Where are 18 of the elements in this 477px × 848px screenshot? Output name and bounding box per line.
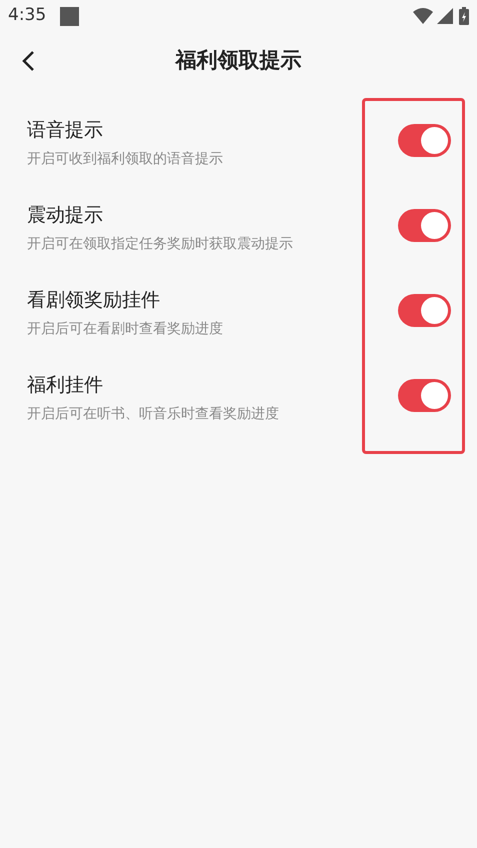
status-time: 4:35 [8,4,46,28]
setting-description: 开启后可在听书、听音乐时查看奖励进度 [27,406,280,424]
setting-description: 开启可在领取指定任务奖励时获取震动提示 [27,236,294,254]
setting-description: 开启可收到福利领取的语音提示 [27,150,224,168]
notification-icon [60,6,80,26]
setting-description: 开启后可在看剧时查看奖励进度 [27,320,224,338]
signal-icon [437,8,453,24]
battery-icon [459,7,469,25]
toggle-switch[interactable] [398,209,451,242]
toggle-switch[interactable] [398,294,451,327]
page-title: 福利领取提示 [176,47,302,74]
setting-title: 看剧领奖励挂件 [27,288,161,313]
toggle-switch[interactable] [398,379,451,412]
setting-title: 语音提示 [27,118,104,143]
wifi-icon [413,8,433,24]
setting-title: 福利挂件 [27,374,104,398]
setting-title: 震动提示 [27,204,104,228]
toggle-switch[interactable] [398,124,451,157]
